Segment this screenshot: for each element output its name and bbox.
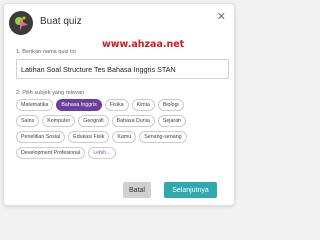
- subject-chip-komputer[interactable]: Komputer: [42, 115, 76, 127]
- dialog-title: Buat quiz: [40, 16, 82, 27]
- subject-chip-row: Sains Komputer Geografi Bahasa Dunia Sejarah: [16, 115, 232, 127]
- subject-chip-kimia[interactable]: Kimia: [131, 99, 155, 111]
- watermark-text: www.ahzaa.net: [102, 39, 185, 50]
- subject-chip-biologi[interactable]: Biologi: [157, 99, 184, 111]
- subject-chip-sains[interactable]: Sains: [16, 115, 40, 127]
- subject-chip-row: Development Profesional Lebih...: [16, 147, 232, 159]
- subject-chip-penelitian-sosial[interactable]: Penelitian Sosial: [16, 131, 66, 143]
- subject-chip-geografi[interactable]: Geografi: [78, 115, 109, 127]
- subject-chip-row: Penelitian Sosial Edukasi Fisik Kamu Senang…: [16, 131, 232, 143]
- subject-chip-development-profesional[interactable]: Development Profesional: [16, 147, 86, 159]
- next-button[interactable]: Selanjutnya: [164, 182, 217, 198]
- subject-chip-kamu[interactable]: Kamu: [112, 131, 137, 143]
- subject-chip-senang-senang[interactable]: Senang-senang: [139, 131, 187, 143]
- subject-chip-edukasi-fisik[interactable]: Edukasi Fisik: [68, 131, 110, 143]
- subject-chip-list: Matematika Bahasa Inggris Fisika Kimia Biolo…: [16, 99, 232, 163]
- close-icon[interactable]: ✕: [217, 12, 226, 23]
- cancel-button[interactable]: Batal: [123, 182, 151, 198]
- subject-label: 2. Pilih subjek yang relevan: [16, 90, 85, 96]
- subject-chip-bahasa-dunia[interactable]: Bahasa Dunia: [111, 115, 155, 127]
- subject-chip-sejarah[interactable]: Sejarah: [157, 115, 187, 127]
- subject-chip-fisika[interactable]: Fisika: [104, 99, 129, 111]
- subject-chip-bahasa-inggris[interactable]: Bahasa Inggris: [56, 99, 102, 111]
- quiz-logo-icon: [9, 11, 33, 35]
- create-quiz-dialog: Buat quiz ✕ www.ahzaa.net 1. Berikan nam…: [3, 3, 235, 206]
- subject-chip-matematika[interactable]: Matematika: [16, 99, 54, 111]
- quiz-name-label: 1. Berikan nama quiz ini: [16, 49, 76, 55]
- more-subjects-chip[interactable]: Lebih...: [88, 147, 116, 159]
- quiz-name-input[interactable]: [16, 59, 229, 79]
- subject-chip-row: Matematika Bahasa Inggris Fisika Kimia Biolo…: [16, 99, 232, 111]
